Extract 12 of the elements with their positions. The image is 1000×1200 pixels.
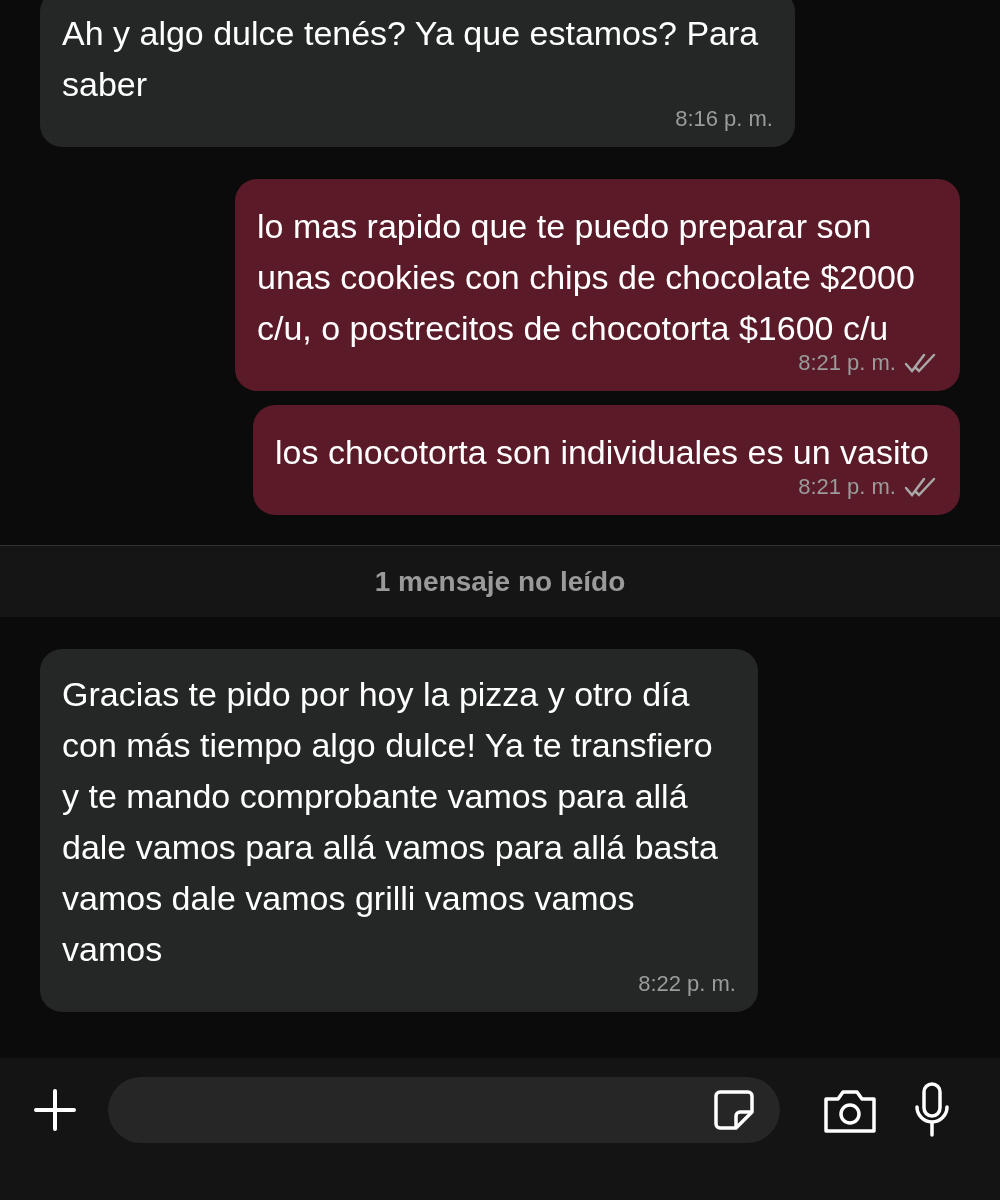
microphone-icon[interactable] xyxy=(912,1081,952,1139)
message-text: Ah y algo dulce tenés? Ya que estamos? Para saber xyxy=(62,13,760,105)
message-time: 8:22 p. m. xyxy=(638,970,736,998)
camera-icon[interactable] xyxy=(822,1087,878,1135)
unread-divider-label: 1 mensaje no leído xyxy=(374,564,626,599)
message-time: 8:16 p. m. xyxy=(675,105,773,133)
message-text: Gracias te pido por hoy la pizza y otro día con más tiempo algo dulce! Ya te transfiero y te mando comprobante vamos para allá dale vamos para allá vamos para allá basta vamos dale vamos grilli vamos vamos vamos xyxy=(62,674,719,970)
message-time: 8:21 p. m. xyxy=(798,473,896,501)
message-text: los chocotorta son individuales es un vasito xyxy=(275,432,930,473)
sticker-icon[interactable] xyxy=(712,1088,756,1132)
message-time: 8:21 p. m. xyxy=(798,349,896,377)
message-text: lo mas rapido que te puedo preparar son unas cookies con chips de chocolate $2000 c/u, o postrecitos de chocotorta $1600 c/u xyxy=(257,206,916,349)
